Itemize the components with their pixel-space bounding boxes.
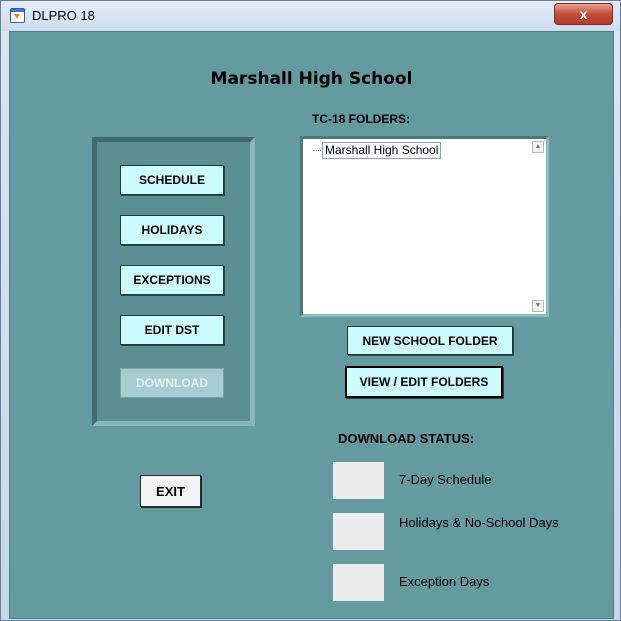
exit-button[interactable]: EXIT	[140, 475, 201, 507]
app-icon[interactable]	[10, 8, 25, 23]
folders-tree[interactable]: Marshall High School ▲ ▼	[300, 136, 549, 317]
holidays-status-box	[333, 513, 384, 550]
new-school-folder-button[interactable]: NEW SCHOOL FOLDER	[347, 326, 513, 355]
schedule-status-box	[333, 462, 384, 499]
download-status-label: DOWNLOAD STATUS:	[338, 431, 474, 446]
close-button[interactable]: x	[554, 3, 613, 25]
scroll-down-icon[interactable]: ▼	[532, 300, 544, 312]
actions-panel: SCHEDULE HOLIDAYS EXCEPTIONS EDIT DST DO…	[92, 137, 255, 426]
exceptions-status-label: Exception Days	[399, 574, 490, 589]
view-edit-folders-button[interactable]: VIEW / EDIT FOLDERS	[345, 366, 503, 398]
window-title: DLPRO 18	[32, 8, 95, 23]
exceptions-status-box	[333, 564, 384, 601]
scroll-up-icon[interactable]: ▲	[532, 141, 544, 153]
school-title: Marshall High School	[210, 69, 413, 89]
folders-label: TC-18 FOLDERS:	[312, 112, 411, 126]
edit-dst-button[interactable]: EDIT DST	[120, 315, 224, 345]
holidays-status-label: Holidays & No-School Days	[399, 515, 559, 530]
close-icon: x	[579, 6, 588, 22]
folders-scrollbar[interactable]: ▲ ▼	[532, 141, 544, 312]
schedule-status-label: 7-Day Schedule	[399, 472, 492, 487]
schedule-button[interactable]: SCHEDULE	[120, 165, 224, 195]
tree-item-folder[interactable]: Marshall High School	[322, 142, 442, 159]
main-panel: Marshall High School TC-18 FOLDERS: SCHE…	[9, 31, 614, 619]
download-button[interactable]: DOWNLOAD	[120, 368, 224, 398]
title-bar[interactable]: DLPRO 18 x	[1, 1, 620, 31]
app-window: DLPRO 18 x Marshall High School TC-18 FO…	[0, 0, 621, 621]
holidays-button[interactable]: HOLIDAYS	[120, 215, 224, 245]
exceptions-button[interactable]: EXCEPTIONS	[120, 265, 224, 295]
tree-connector	[313, 150, 321, 151]
